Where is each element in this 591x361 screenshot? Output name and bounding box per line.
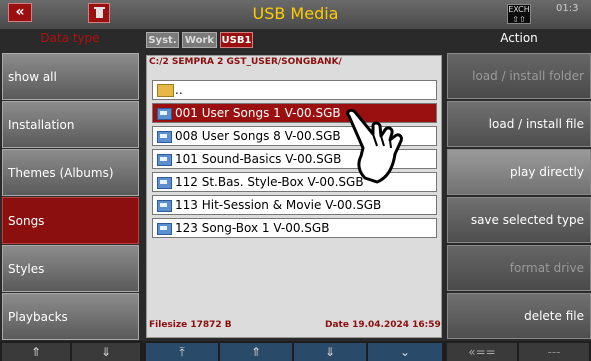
tab-syst[interactable]: Syst. bbox=[146, 32, 179, 48]
file-row[interactable]: 113 Hit-Session & Movie V-00.SGB bbox=[152, 195, 437, 215]
window-title: USB Media bbox=[252, 4, 339, 23]
data-type-songs[interactable]: Songs bbox=[2, 197, 139, 244]
song-file-icon bbox=[157, 131, 172, 143]
parent-folder-row[interactable]: .. bbox=[152, 80, 437, 100]
song-file-icon bbox=[157, 200, 172, 212]
song-file-icon bbox=[157, 154, 172, 166]
file-row[interactable]: 123 Song-Box 1 V-00.SGB bbox=[152, 218, 437, 238]
exchange-button[interactable]: EXCH ⇧⇧ bbox=[507, 4, 531, 24]
tab-usb1[interactable]: USB1 bbox=[220, 32, 253, 48]
play-directly-button[interactable]: play directly bbox=[447, 149, 591, 195]
file-name: 112 St.Bas. Style-Box V-00.SGB bbox=[175, 175, 364, 189]
back-button[interactable]: « bbox=[8, 3, 32, 22]
song-file-icon bbox=[157, 108, 172, 120]
scroll-page-down-left-button[interactable]: ⇓ bbox=[72, 343, 140, 361]
data-type-installation[interactable]: Installation bbox=[2, 101, 139, 148]
clock: 01:3 bbox=[556, 3, 579, 14]
scroll-bottom-button[interactable]: ⌄ bbox=[368, 343, 442, 361]
current-path: C:/2 SEMPRA 2 GST_USER/SONGBANK/ bbox=[149, 57, 342, 67]
save-selected-type-button[interactable]: save selected type bbox=[447, 197, 591, 243]
delete-file-button[interactable]: delete file bbox=[447, 293, 591, 339]
nav-forward-button[interactable]: --- bbox=[519, 343, 589, 361]
folder-icon bbox=[157, 84, 174, 97]
action-header: Action bbox=[500, 31, 538, 45]
pointing-hand-icon bbox=[346, 108, 403, 184]
file-name: 123 Song-Box 1 V-00.SGB bbox=[175, 221, 330, 235]
song-file-icon bbox=[157, 177, 172, 189]
data-type-header: Data type bbox=[40, 31, 100, 45]
file-name: 101 Sound-Basics V-00.SGB bbox=[175, 152, 342, 166]
load-install-file-button[interactable]: load / install file bbox=[447, 101, 591, 147]
data-type-themes[interactable]: Themes (Albums) bbox=[2, 149, 139, 196]
scroll-page-down-button[interactable]: ⇓ bbox=[294, 343, 366, 361]
file-name: 113 Hit-Session & Movie V-00.SGB bbox=[175, 198, 382, 212]
file-date: Date 19.04.2024 16:59 bbox=[325, 320, 441, 330]
parent-folder-label: .. bbox=[175, 83, 183, 97]
data-type-styles[interactable]: Styles bbox=[2, 245, 139, 292]
song-file-icon bbox=[157, 223, 172, 235]
scroll-top-button[interactable]: ⤒ bbox=[146, 343, 218, 361]
tab-work[interactable]: Work bbox=[182, 32, 217, 48]
data-type-show-all[interactable]: show all bbox=[2, 53, 139, 100]
file-name: 001 User Songs 1 V-00.SGB bbox=[175, 106, 341, 120]
nav-back-button[interactable]: «== bbox=[447, 343, 517, 361]
source-tabs: Syst. Work USB1 bbox=[146, 32, 442, 49]
file-size: Filesize 17872 B bbox=[149, 320, 232, 330]
load-install-folder-button[interactable]: load / install folder bbox=[447, 53, 591, 99]
scroll-page-up-button[interactable]: ⇑ bbox=[220, 343, 292, 361]
file-name: 008 User Songs 8 V-00.SGB bbox=[175, 129, 341, 143]
format-drive-button[interactable]: format drive bbox=[447, 245, 591, 291]
scroll-page-up-left-button[interactable]: ⇑ bbox=[2, 343, 70, 361]
trash-icon[interactable] bbox=[88, 3, 110, 23]
data-type-playbacks[interactable]: Playbacks bbox=[2, 293, 139, 340]
